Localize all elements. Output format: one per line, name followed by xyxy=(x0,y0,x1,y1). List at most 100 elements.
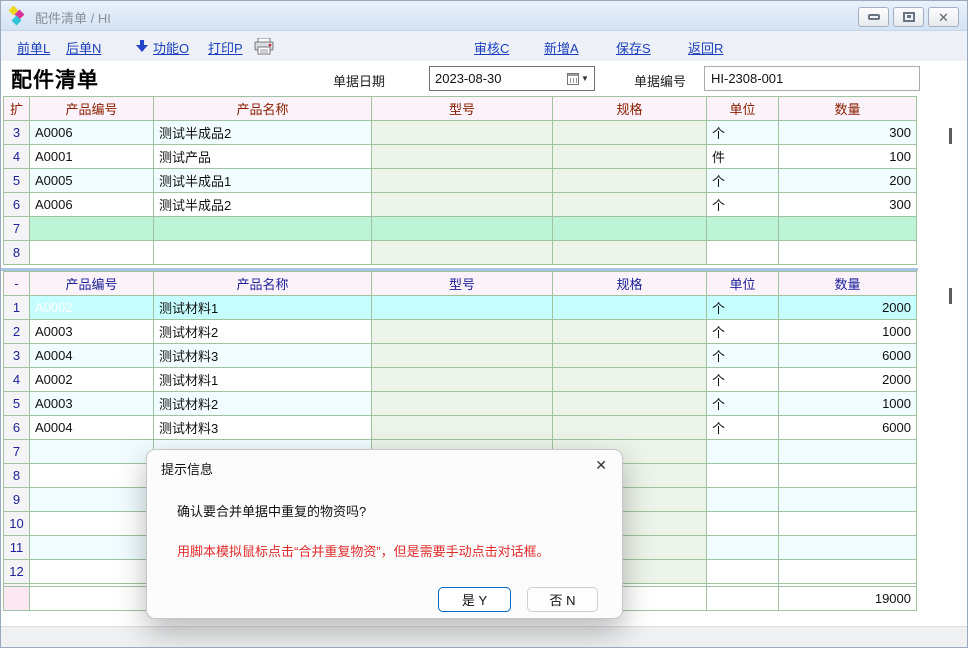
quantity-cell[interactable] xyxy=(779,560,917,584)
product-name-cell[interactable] xyxy=(154,217,372,241)
product-name-cell[interactable]: 测试材料3 xyxy=(154,344,372,368)
quantity-cell[interactable] xyxy=(779,241,917,265)
model-cell[interactable] xyxy=(372,368,553,392)
row-number-cell[interactable]: 8 xyxy=(4,241,30,265)
row-number-cell[interactable]: 3 xyxy=(4,121,30,145)
row-number-cell[interactable]: 7 xyxy=(4,217,30,241)
dialog-close-icon[interactable]: ✕ xyxy=(595,457,607,474)
spec-cell[interactable] xyxy=(553,169,707,193)
selected-cell[interactable] xyxy=(30,217,154,241)
col-header-code[interactable]: 产品编号 xyxy=(30,272,154,296)
model-cell[interactable] xyxy=(372,320,553,344)
yes-button[interactable]: 是 Y xyxy=(438,587,511,612)
unit-cell[interactable]: 个 xyxy=(707,320,779,344)
next-doc-button[interactable]: 后单N xyxy=(66,38,101,57)
restore-button[interactable] xyxy=(893,7,924,27)
unit-cell[interactable] xyxy=(707,241,779,265)
printer-icon[interactable] xyxy=(254,38,274,60)
row-number-cell[interactable]: 1 xyxy=(4,296,30,320)
col-header-unit[interactable]: 单位 xyxy=(707,97,779,121)
row-number-cell[interactable]: 3 xyxy=(4,344,30,368)
row-number-cell[interactable]: 2 xyxy=(4,320,30,344)
unit-cell[interactable] xyxy=(707,440,779,464)
col-header-qty[interactable]: 数量 xyxy=(779,97,917,121)
product-code-cell[interactable]: A0005 xyxy=(30,169,154,193)
spec-cell[interactable] xyxy=(553,344,707,368)
row-number-cell[interactable]: 5 xyxy=(4,169,30,193)
unit-cell[interactable] xyxy=(707,536,779,560)
col-header-model[interactable]: 型号 xyxy=(372,272,553,296)
spec-cell[interactable] xyxy=(553,296,707,320)
row-number-cell[interactable]: 11 xyxy=(4,536,30,560)
grid1-scrollbar[interactable] xyxy=(949,128,952,144)
row-number-cell[interactable]: 4 xyxy=(4,368,30,392)
spec-cell[interactable] xyxy=(553,416,707,440)
model-cell[interactable] xyxy=(372,344,553,368)
audit-button[interactable]: 审核C xyxy=(474,38,509,57)
unit-cell[interactable]: 个 xyxy=(707,368,779,392)
minimize-button[interactable] xyxy=(858,7,889,27)
new-button[interactable]: 新增A xyxy=(544,38,579,57)
quantity-cell[interactable]: 200 xyxy=(779,169,917,193)
quantity-cell[interactable] xyxy=(779,536,917,560)
spec-cell[interactable] xyxy=(553,241,707,265)
product-code-cell[interactable]: A0006 xyxy=(30,121,154,145)
product-code-cell[interactable]: A0004 xyxy=(30,344,154,368)
selected-cell[interactable]: A0002 xyxy=(30,296,154,320)
row-number-cell[interactable]: 6 xyxy=(4,193,30,217)
product-code-cell[interactable] xyxy=(30,440,154,464)
doc-no-input[interactable] xyxy=(704,66,920,91)
product-code-cell[interactable]: A0004 xyxy=(30,416,154,440)
product-code-cell[interactable]: A0002 xyxy=(30,368,154,392)
quantity-cell[interactable] xyxy=(779,464,917,488)
product-code-cell[interactable]: A0003 xyxy=(30,392,154,416)
spec-cell[interactable] xyxy=(553,392,707,416)
product-code-cell[interactable] xyxy=(30,536,154,560)
doc-date-field[interactable]: ▼ xyxy=(429,66,595,91)
model-cell[interactable] xyxy=(372,169,553,193)
quantity-cell[interactable]: 300 xyxy=(779,193,917,217)
prev-doc-button[interactable]: 前单L xyxy=(17,38,50,57)
return-button[interactable]: 返回R xyxy=(688,38,723,57)
col-header-model[interactable]: 型号 xyxy=(372,97,553,121)
quantity-cell[interactable]: 300 xyxy=(779,121,917,145)
spec-cell[interactable] xyxy=(553,368,707,392)
selected-range-cell[interactable]: 测试材料3 xyxy=(154,416,372,440)
col-header-name[interactable]: 产品名称 xyxy=(154,97,372,121)
product-code-cell[interactable]: A0001 xyxy=(30,145,154,169)
corner-header[interactable]: - xyxy=(4,272,30,296)
model-cell[interactable] xyxy=(372,217,553,241)
model-cell[interactable] xyxy=(372,121,553,145)
unit-cell[interactable]: 个 xyxy=(707,344,779,368)
unit-cell[interactable]: 件 xyxy=(707,145,779,169)
spec-cell[interactable] xyxy=(553,320,707,344)
col-header-code[interactable]: 产品编号 xyxy=(30,97,154,121)
product-code-cell[interactable] xyxy=(30,560,154,584)
row-number-cell[interactable]: 6 xyxy=(4,416,30,440)
function-button[interactable]: 功能O xyxy=(153,38,189,57)
product-code-cell[interactable] xyxy=(30,512,154,536)
unit-cell[interactable] xyxy=(707,512,779,536)
save-button[interactable]: 保存S xyxy=(616,38,651,57)
quantity-cell[interactable]: 1000 xyxy=(779,320,917,344)
quantity-cell[interactable]: 6000 xyxy=(779,416,917,440)
spec-cell[interactable] xyxy=(553,121,707,145)
spec-cell[interactable] xyxy=(553,217,707,241)
col-header-qty[interactable]: 数量 xyxy=(779,272,917,296)
model-cell[interactable] xyxy=(372,145,553,169)
doc-date-input[interactable] xyxy=(430,67,565,90)
quantity-cell[interactable] xyxy=(779,512,917,536)
no-button[interactable]: 否 N xyxy=(527,587,598,612)
row-number-cell[interactable]: 4 xyxy=(4,145,30,169)
product-name-cell[interactable]: 测试材料2 xyxy=(154,320,372,344)
spec-cell[interactable] xyxy=(553,193,707,217)
quantity-cell[interactable] xyxy=(779,217,917,241)
product-name-cell[interactable]: 测试半成品2 xyxy=(154,193,372,217)
selected-range-cell[interactable]: 测试材料2 xyxy=(154,392,372,416)
unit-cell[interactable] xyxy=(707,560,779,584)
unit-cell[interactable]: 个 xyxy=(707,416,779,440)
grid2-scrollbar[interactable] xyxy=(949,288,952,304)
row-number-cell[interactable]: 8 xyxy=(4,464,30,488)
unit-cell[interactable] xyxy=(707,488,779,512)
col-header-unit[interactable]: 单位 xyxy=(707,272,779,296)
